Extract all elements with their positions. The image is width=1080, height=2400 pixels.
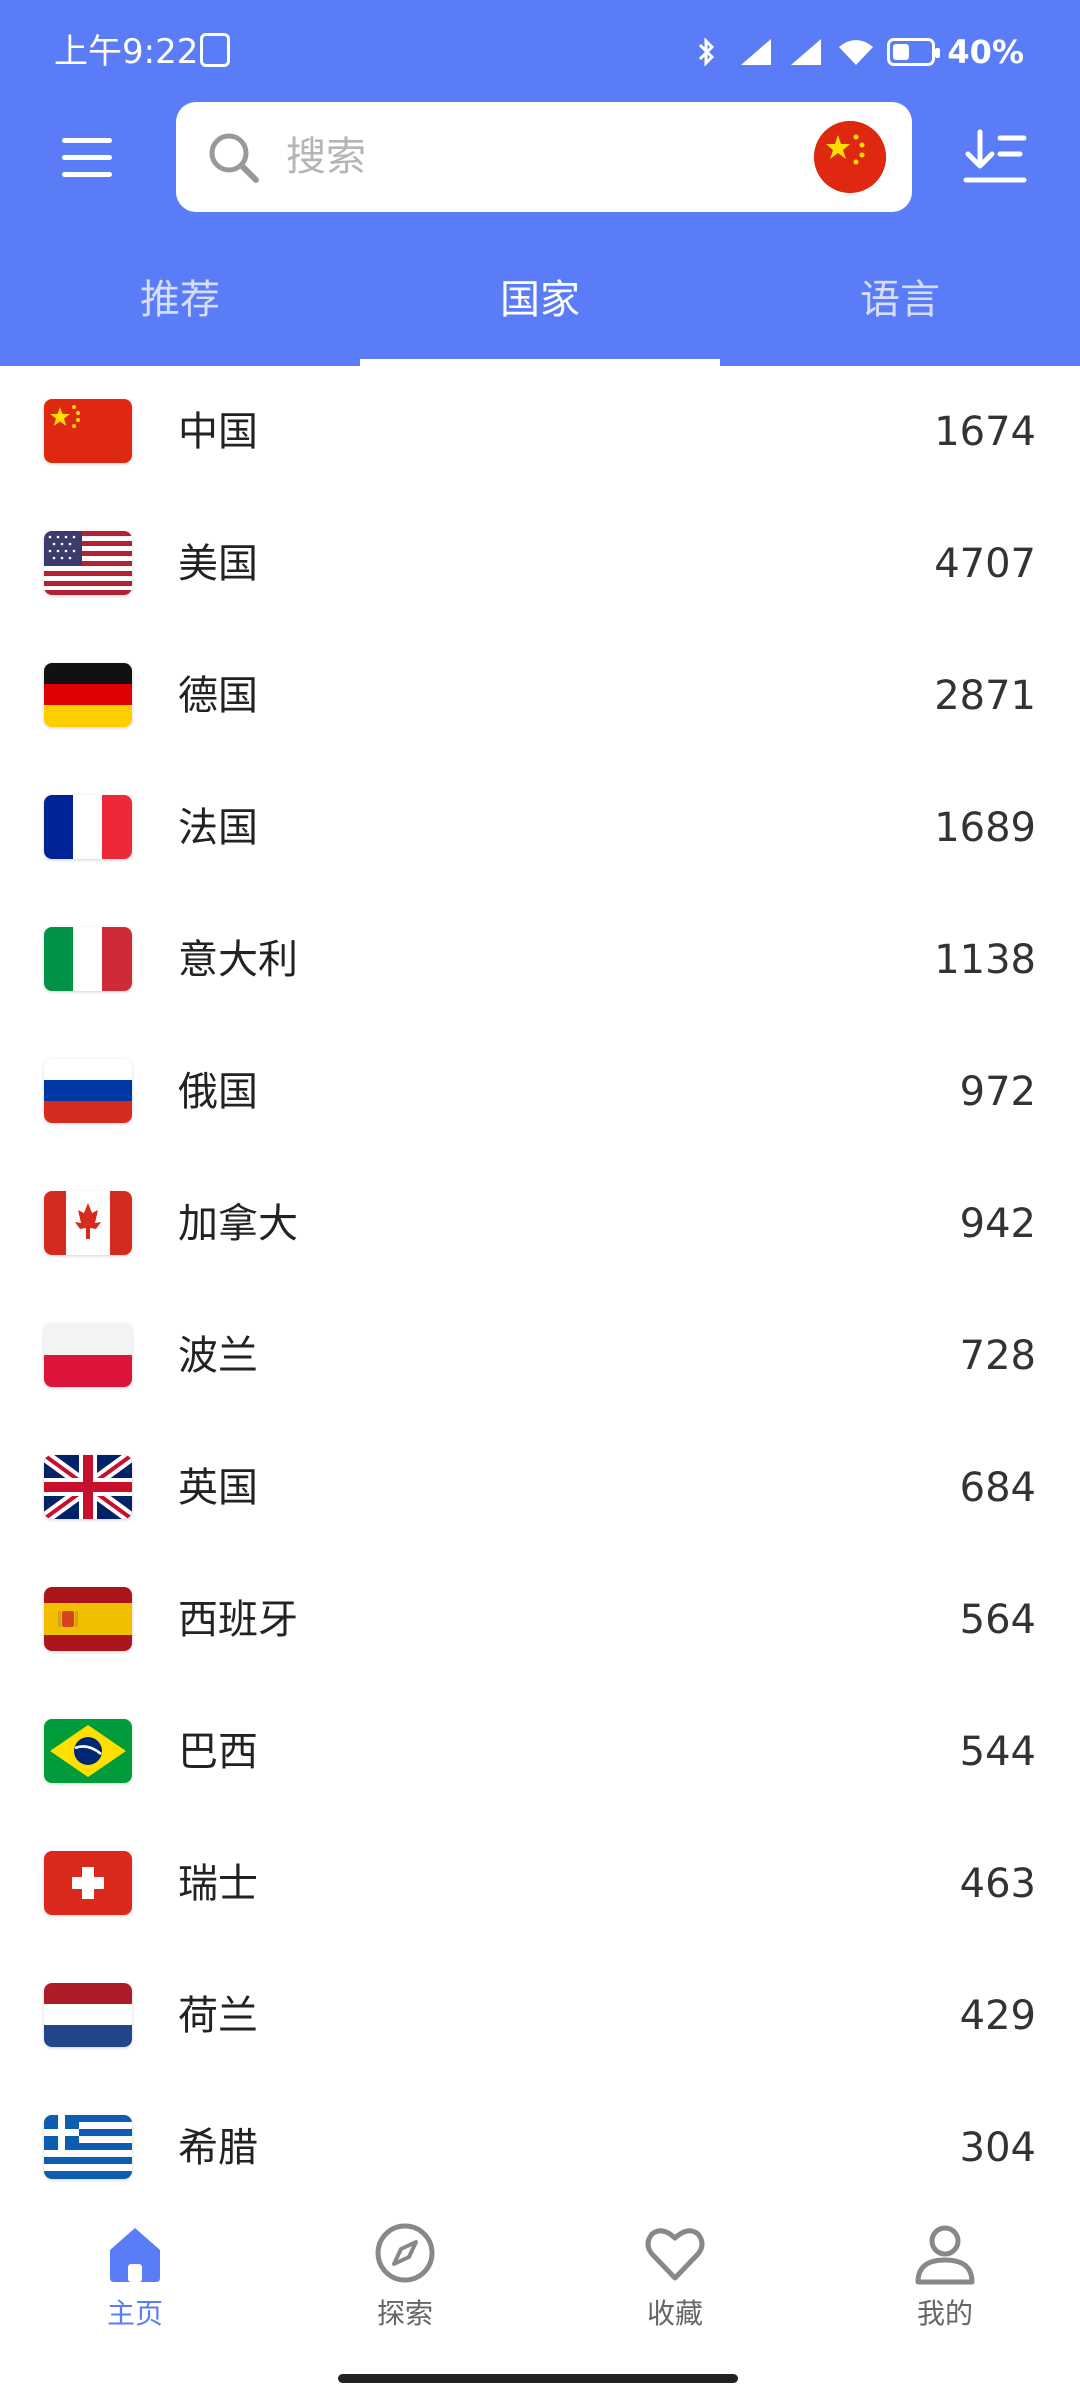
status-time: 上午9:22 <box>54 32 199 72</box>
status-bar: 上午9:22 40% <box>0 0 1080 100</box>
country-name: 德国 <box>178 673 258 719</box>
country-name: 意大利 <box>178 937 298 983</box>
ca-flag-icon <box>44 1191 132 1255</box>
country-row[interactable]: 中国 1674 <box>0 366 1080 498</box>
br-flag-icon <box>44 1719 132 1783</box>
bottom-nav: 主页 探索 收藏 我的 <box>0 2200 1080 2400</box>
country-row[interactable]: 瑞士 463 <box>0 1818 1080 1950</box>
compass-icon <box>375 2223 435 2283</box>
country-row[interactable]: 荷兰 429 <box>0 1950 1080 2082</box>
nl-flag-icon <box>44 1983 132 2047</box>
country-row[interactable]: 意大利 1138 <box>0 894 1080 1026</box>
tab-recommended[interactable]: 推荐 <box>0 250 360 366</box>
country-count: 684 <box>959 1465 1036 1511</box>
country-name: 希腊 <box>178 2125 258 2171</box>
country-count: 1674 <box>934 409 1036 455</box>
nav-profile[interactable]: 我的 <box>845 2220 1045 2350</box>
country-name: 波兰 <box>178 1333 258 1379</box>
signal-icon <box>741 39 772 65</box>
country-count: 2871 <box>934 673 1036 719</box>
user-icon <box>915 2225 975 2285</box>
bluetooth-icon <box>699 37 715 67</box>
tab-label: 推荐 <box>140 277 220 323</box>
tab-active-indicator <box>360 359 720 366</box>
battery-icon <box>887 38 941 66</box>
search-input[interactable] <box>286 126 766 188</box>
country-row[interactable]: 西班牙 564 <box>0 1554 1080 1686</box>
menu-button[interactable] <box>48 128 128 188</box>
country-name: 法国 <box>178 805 258 851</box>
gb-flag-icon <box>44 1455 132 1519</box>
country-row[interactable]: 德国 2871 <box>0 630 1080 762</box>
us-flag-icon <box>44 531 132 595</box>
wifi-icon <box>839 40 874 65</box>
app-header: 上午9:22 40% 搜索 推荐 国家 语言 <box>0 0 1080 366</box>
tab-countries[interactable]: 国家 <box>360 250 720 366</box>
country-count: 429 <box>959 1993 1036 2039</box>
search-box[interactable] <box>176 102 912 212</box>
country-count: 1138 <box>934 937 1036 983</box>
cn-flag-icon <box>814 121 886 193</box>
nav-favorites[interactable]: 收藏 <box>575 2220 775 2350</box>
de-flag-icon <box>44 663 132 727</box>
pl-flag-icon <box>44 1323 132 1387</box>
country-count: 942 <box>959 1201 1036 1247</box>
tab-label: 国家 <box>500 277 580 323</box>
fr-flag-icon <box>44 795 132 859</box>
country-row[interactable]: 加拿大 942 <box>0 1158 1080 1290</box>
ru-flag-icon <box>44 1059 132 1123</box>
country-name: 中国 <box>178 409 258 455</box>
country-count: 564 <box>959 1597 1036 1643</box>
country-count: 463 <box>959 1861 1036 1907</box>
country-row[interactable]: 希腊 304 <box>0 2082 1080 2200</box>
country-list[interactable]: 中国 1674 美国 4707 德国 2871 法国 1689 意大利 1138… <box>0 366 1080 2200</box>
nav-home[interactable]: 主页 <box>35 2220 235 2350</box>
search-icon <box>209 133 259 183</box>
ch-flag-icon <box>44 1851 132 1915</box>
nav-label: 主页 <box>106 2297 163 2330</box>
nav-label: 收藏 <box>646 2297 703 2330</box>
country-name: 英国 <box>178 1465 258 1511</box>
status-icons: 40% <box>687 30 1024 74</box>
home-icon <box>110 2228 160 2282</box>
it-flag-icon <box>44 927 132 991</box>
notification-app-icon <box>200 33 230 67</box>
es-flag-icon <box>44 1587 132 1651</box>
signal-icon-2 <box>791 39 822 65</box>
country-count: 4707 <box>934 541 1036 587</box>
country-name: 俄国 <box>178 1069 258 1115</box>
country-name: 巴西 <box>178 1729 258 1775</box>
tab-languages[interactable]: 语言 <box>720 250 1080 366</box>
country-row[interactable]: 法国 1689 <box>0 762 1080 894</box>
sort-download-icon[interactable] <box>960 124 1030 190</box>
country-name: 美国 <box>178 541 258 587</box>
country-count: 1689 <box>934 805 1036 851</box>
country-name: 加拿大 <box>178 1201 298 1247</box>
country-count: 304 <box>959 2125 1036 2171</box>
region-flag-button[interactable] <box>814 121 886 193</box>
country-count: 728 <box>959 1333 1036 1379</box>
cn-flag-icon <box>44 399 132 463</box>
country-row[interactable]: 巴西 544 <box>0 1686 1080 1818</box>
country-row[interactable]: 美国 4707 <box>0 498 1080 630</box>
nav-label: 我的 <box>916 2297 973 2330</box>
tab-bar: 推荐 国家 语言 <box>0 250 1080 366</box>
heart-icon <box>645 2228 705 2281</box>
battery-level: 40% <box>947 33 1024 71</box>
tab-label: 语言 <box>860 277 940 323</box>
nav-label: 探索 <box>376 2297 433 2330</box>
country-name: 荷兰 <box>178 1993 258 2039</box>
country-name: 西班牙 <box>178 1597 298 1643</box>
country-count: 972 <box>959 1069 1036 1115</box>
country-row[interactable]: 英国 684 <box>0 1422 1080 1554</box>
country-count: 544 <box>959 1729 1036 1775</box>
home-indicator[interactable] <box>338 2374 738 2383</box>
country-row[interactable]: 俄国 972 <box>0 1026 1080 1158</box>
gr-flag-icon <box>44 2115 132 2179</box>
country-name: 瑞士 <box>178 1861 258 1907</box>
country-row[interactable]: 波兰 728 <box>0 1290 1080 1422</box>
nav-explore[interactable]: 探索 <box>305 2220 505 2350</box>
